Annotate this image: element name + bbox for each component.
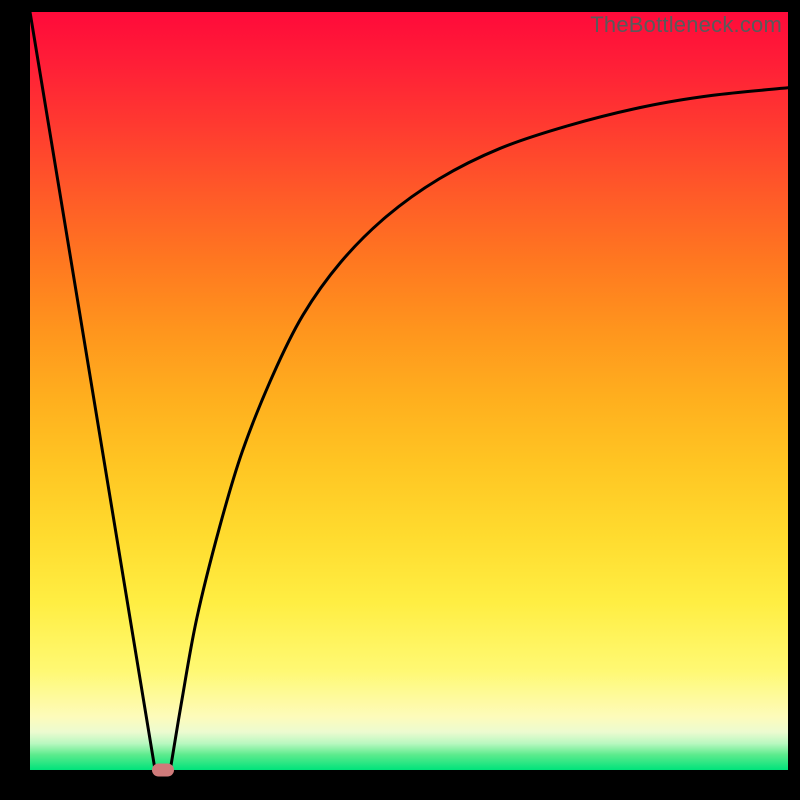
curve-path [30, 12, 788, 770]
bottleneck-curve [30, 12, 788, 770]
chart-frame: TheBottleneck.com [0, 0, 800, 800]
optimal-marker [152, 764, 174, 777]
plot-area: TheBottleneck.com [30, 12, 788, 770]
